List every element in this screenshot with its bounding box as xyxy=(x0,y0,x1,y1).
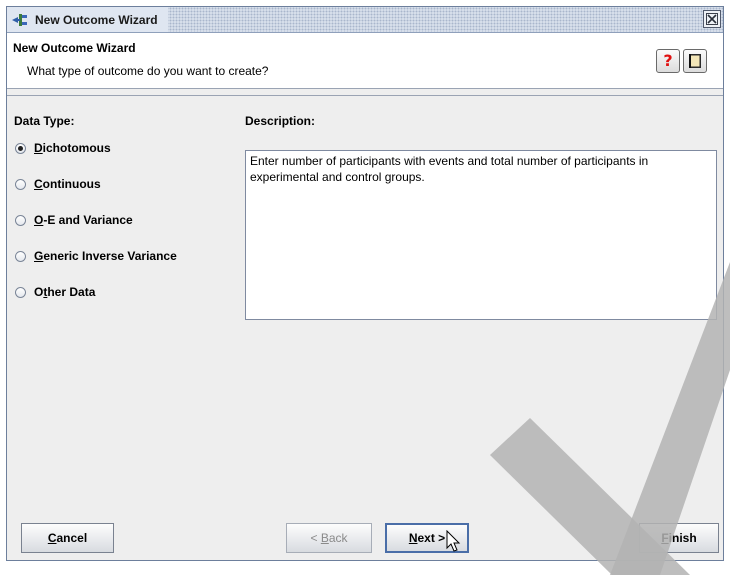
radio-label-other-data: Other Data xyxy=(34,285,96,299)
wizard-window: New Outcome Wizard New Outcome Wizard Wh… xyxy=(6,6,724,561)
radio-button-selected[interactable] xyxy=(15,142,26,154)
header-title: New Outcome Wizard xyxy=(13,41,136,55)
description-text-area[interactable]: Enter number of participants with events… xyxy=(245,150,717,320)
radio-generic-inverse-variance[interactable]: Generic Inverse Variance xyxy=(15,249,177,263)
mouse-pointer-icon xyxy=(446,530,461,552)
window-title: New Outcome Wizard xyxy=(35,12,158,27)
help-button[interactable]: ? xyxy=(656,49,680,73)
radio-label-dichotomous: Dichotomous xyxy=(34,141,111,155)
back-button[interactable]: < Back xyxy=(286,523,372,553)
radio-dichotomous[interactable]: Dichotomous xyxy=(15,141,111,155)
data-type-label: Data Type: xyxy=(14,114,75,128)
finish-button[interactable]: Finish xyxy=(639,523,719,553)
radio-continuous[interactable]: Continuous xyxy=(15,177,101,191)
radio-button[interactable] xyxy=(15,286,26,298)
cancel-button[interactable]: Cancel xyxy=(21,523,114,553)
title-area: New Outcome Wizard xyxy=(7,7,168,32)
radio-button[interactable] xyxy=(15,214,26,226)
help-icon: ? xyxy=(663,51,673,70)
radio-button[interactable] xyxy=(15,178,26,190)
wizard-icon xyxy=(11,12,29,28)
wizard-header: New Outcome Wizard What type of outcome … xyxy=(7,33,723,89)
title-bar[interactable]: New Outcome Wizard xyxy=(7,7,723,33)
wizard-footer: Cancel < Back Next > Finish xyxy=(7,503,723,560)
radio-other-data[interactable]: Other Data xyxy=(15,285,95,299)
wizard-content: Data Type: Description: Dichotomous Cont… xyxy=(7,95,723,504)
radio-label-continuous: Continuous xyxy=(34,177,101,191)
close-icon xyxy=(706,13,718,25)
radio-label-oe-variance: O-E and Variance xyxy=(34,213,133,227)
radio-label-generic-inverse-variance: Generic Inverse Variance xyxy=(34,249,177,263)
header-subtitle: What type of outcome do you want to crea… xyxy=(27,64,269,78)
radio-button[interactable] xyxy=(15,250,26,262)
book-button[interactable] xyxy=(683,49,707,73)
close-button[interactable] xyxy=(703,10,721,28)
description-label: Description: xyxy=(245,114,316,128)
book-icon xyxy=(689,54,701,68)
radio-oe-variance[interactable]: O-E and Variance xyxy=(15,213,133,227)
